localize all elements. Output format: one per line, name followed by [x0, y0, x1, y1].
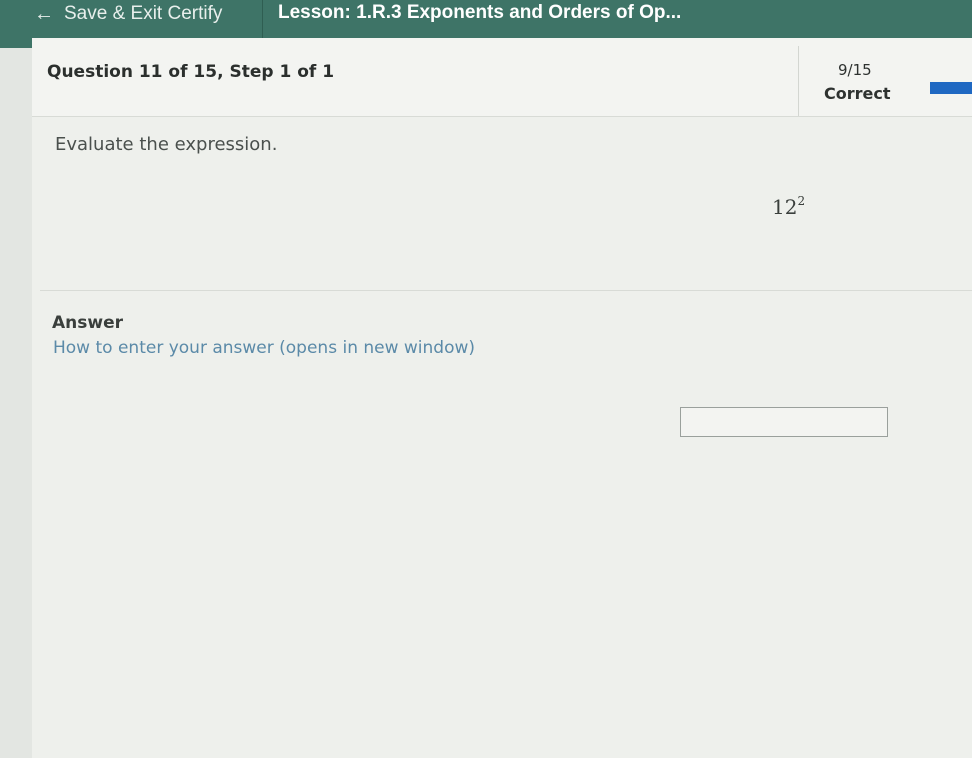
back-arrow-icon: ← [34, 2, 54, 25]
score-divider [798, 46, 799, 116]
question-prompt: Evaluate the expression. [55, 134, 278, 155]
answer-label: Answer [52, 313, 123, 333]
section-divider [40, 290, 972, 291]
answer-help-link[interactable]: How to enter your answer (opens in new w… [53, 338, 475, 358]
save-exit-button[interactable]: ← Save & Exit Certify [0, 0, 263, 38]
expression-exponent: 2 [797, 194, 806, 208]
expression-base: 12 [772, 195, 798, 219]
math-expression: 122 [772, 194, 805, 219]
progress-bar [930, 82, 972, 94]
score-status: Correct [824, 84, 891, 103]
lesson-title: Lesson: 1.R.3 Exponents and Orders of Op… [278, 2, 682, 23]
answer-input[interactable] [680, 407, 888, 437]
question-title: Question 11 of 15, Step 1 of 1 [47, 62, 335, 82]
save-exit-label: Save & Exit Certify [64, 3, 223, 24]
score-fraction: 9/15 [838, 61, 872, 79]
